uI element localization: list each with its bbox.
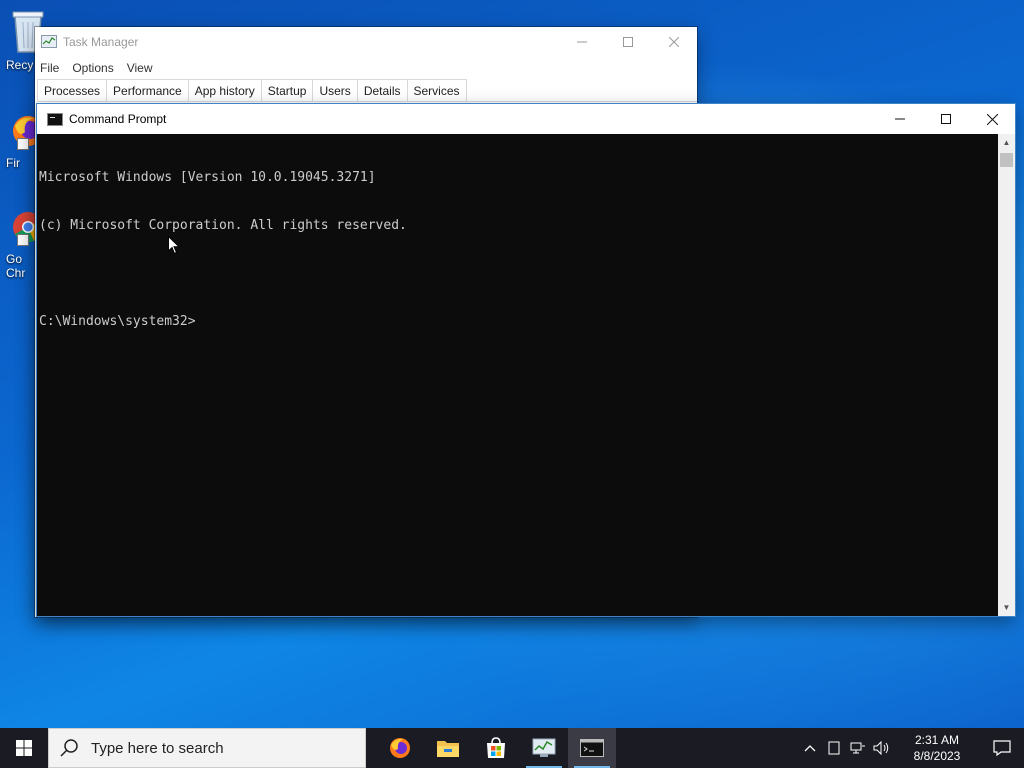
shortcut-arrow-icon (17, 138, 29, 150)
scroll-up-button[interactable]: ▲ (998, 134, 1015, 151)
action-center-button[interactable] (980, 728, 1024, 768)
close-button[interactable] (651, 27, 697, 57)
taskbar-microsoft-store[interactable] (472, 728, 520, 768)
clock-time: 2:31 AM (914, 733, 960, 747)
chevron-up-icon (804, 745, 816, 752)
task-manager-titlebar[interactable]: Task Manager (35, 27, 697, 57)
search-icon (60, 739, 78, 757)
console-line: (c) Microsoft Corporation. All rights re… (39, 218, 407, 233)
taskbar-file-explorer[interactable] (424, 728, 472, 768)
taskbar-command-prompt[interactable] (568, 728, 616, 768)
microsoft-store-icon (487, 737, 505, 758)
system-tray: 2:31 AM 8/8/2023 (798, 728, 1024, 768)
command-prompt-window-icon (47, 112, 63, 126)
mouse-cursor-icon (168, 236, 180, 255)
desktop: Recy Fir Go Chr Task Manager File Option… (0, 0, 1024, 768)
console-scrollbar[interactable]: ▲ ▼ (998, 134, 1015, 616)
minimize-icon (577, 41, 587, 43)
start-button[interactable] (0, 728, 48, 768)
tab-processes[interactable]: Processes (37, 79, 108, 101)
taskbar-clock[interactable]: 2:31 AM 8/8/2023 (902, 732, 972, 764)
command-prompt-titlebar[interactable]: Command Prompt (37, 104, 1015, 134)
scrollbar-thumb[interactable] (1000, 153, 1013, 167)
tray-tablet-button[interactable] (822, 728, 846, 768)
file-explorer-icon (437, 741, 459, 757)
taskbar-search-box[interactable] (48, 728, 366, 768)
command-prompt-window[interactable]: Command Prompt Microsoft Windows [Versio… (37, 104, 1015, 616)
tab-services[interactable]: Services (406, 79, 467, 101)
menu-view[interactable]: View (127, 61, 153, 75)
taskbar-firefox[interactable] (376, 728, 424, 768)
tab-users[interactable]: Users (312, 79, 358, 101)
tab-app-history[interactable]: App history (187, 79, 262, 101)
windows-logo-icon (16, 740, 32, 756)
maximize-button[interactable] (605, 27, 651, 57)
scroll-down-button[interactable]: ▼ (998, 599, 1015, 616)
minimize-button[interactable] (877, 104, 923, 134)
console-prompt-line[interactable]: C:\Windows\system32> (39, 314, 997, 330)
notification-icon (993, 740, 1011, 756)
command-prompt-icon (580, 739, 604, 757)
task-manager-icon (532, 738, 556, 757)
maximize-button[interactable] (923, 104, 969, 134)
close-icon (986, 113, 998, 125)
chevron-down-icon: ▼ (1002, 603, 1011, 612)
tab-details[interactable]: Details (356, 79, 408, 101)
tab-performance[interactable]: Performance (106, 79, 189, 101)
shortcut-arrow-icon (17, 234, 29, 246)
command-prompt-title: Command Prompt (69, 112, 167, 126)
task-manager-icon (41, 35, 57, 49)
minimize-button[interactable] (559, 27, 605, 57)
taskbar: 2:31 AM 8/8/2023 (0, 728, 1024, 768)
minimize-icon (895, 118, 905, 120)
taskbar-task-manager[interactable] (520, 728, 568, 768)
maximize-icon (941, 114, 951, 124)
speaker-icon (873, 741, 889, 755)
task-manager-title: Task Manager (63, 35, 139, 49)
volume-button[interactable] (870, 728, 894, 768)
search-input[interactable] (89, 738, 353, 758)
task-manager-tabs: Processes Performance App history Startu… (37, 79, 697, 102)
tab-startup[interactable]: Startup (260, 79, 314, 101)
firefox-icon (390, 738, 410, 758)
show-hidden-icons-button[interactable] (798, 728, 822, 768)
clock-date: 8/8/2023 (913, 749, 961, 763)
close-icon (669, 37, 679, 47)
task-manager-menubar: File Options View (35, 57, 697, 79)
tablet-icon (828, 741, 840, 755)
chevron-up-icon: ▲ (1002, 138, 1011, 147)
console-output[interactable]: Microsoft Windows [Version 10.0.19045.32… (39, 134, 997, 618)
close-button[interactable] (969, 104, 1015, 134)
network-icon (850, 742, 865, 754)
menu-options[interactable]: Options (72, 61, 113, 75)
menu-file[interactable]: File (40, 61, 59, 75)
network-button[interactable] (846, 728, 870, 768)
console-line: Microsoft Windows [Version 10.0.19045.32… (39, 170, 376, 185)
maximize-icon (623, 37, 633, 47)
